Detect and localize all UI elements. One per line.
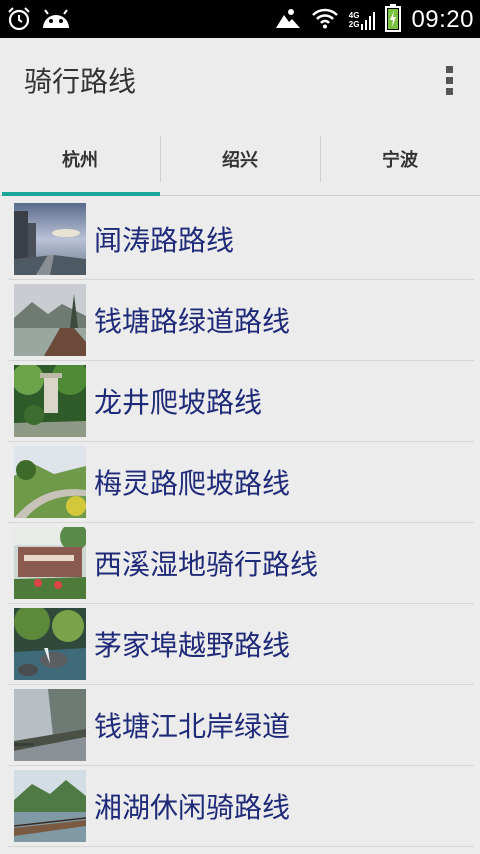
network-type-top: 4G: [348, 11, 360, 20]
list-item[interactable]: 湘湖休闲骑路线: [8, 766, 474, 847]
signal-icon: 4G 2G: [349, 10, 376, 30]
battery-charging-icon: [385, 4, 402, 36]
wifi-icon: [311, 7, 339, 33]
tab-hangzhou[interactable]: 杭州: [0, 122, 160, 196]
route-name: 钱塘江北岸绿道: [94, 710, 291, 743]
lake-bridge-photo: [14, 770, 86, 842]
list-item[interactable]: 茅家埠越野路线: [8, 604, 474, 685]
status-left-icons: [6, 6, 72, 36]
tab-ningbo[interactable]: 宁波: [320, 122, 480, 195]
list-item[interactable]: 龙井爬坡路线: [8, 361, 474, 442]
riverbank-photo: [14, 689, 86, 761]
route-list: 闻涛路路线 钱塘路绿道路线 龙井爬坡路线 梅灵路爬坡路线 西溪湿地骑行路线 茅家…: [8, 199, 474, 847]
list-item[interactable]: 钱塘路绿道路线: [8, 280, 474, 361]
network-type-bottom: 2G: [348, 20, 360, 29]
list-item[interactable]: 钱塘江北岸绿道: [8, 685, 474, 766]
city-tabs: 杭州 绍兴 宁波: [0, 122, 480, 196]
route-name: 龙井爬坡路线: [94, 386, 263, 419]
alarm-icon: [6, 6, 32, 36]
status-bar: 4G 2G 09:20: [0, 0, 480, 38]
greenway-photo: [14, 284, 86, 356]
clock: 09:20: [411, 6, 474, 33]
forest-photo: [14, 365, 86, 437]
stream-photo: [14, 608, 86, 680]
route-name: 西溪湿地骑行路线: [94, 548, 319, 581]
status-right-icons: 4G 2G 09:20: [275, 4, 474, 36]
list-item[interactable]: 梅灵路爬坡路线: [8, 442, 474, 523]
route-name: 梅灵路爬坡路线: [94, 467, 291, 500]
waterfront-photo: [14, 203, 86, 275]
overflow-menu-icon[interactable]: [444, 66, 454, 98]
image-icon: [275, 6, 301, 34]
route-name: 茅家埠越野路线: [94, 629, 291, 662]
route-name: 闻涛路路线: [94, 224, 235, 257]
list-item[interactable]: 闻涛路路线: [8, 199, 474, 280]
route-name: 钱塘路绿道路线: [94, 305, 291, 338]
hill-road-photo: [14, 446, 86, 518]
list-item[interactable]: 西溪湿地骑行路线: [8, 523, 474, 604]
page-title: 骑行路线: [24, 65, 137, 98]
action-bar: 骑行路线: [0, 38, 480, 122]
wetland-sign-photo: [14, 527, 86, 599]
tab-shaoxing[interactable]: 绍兴: [160, 122, 320, 195]
route-name: 湘湖休闲骑路线: [94, 791, 291, 824]
android-icon: [40, 6, 72, 36]
